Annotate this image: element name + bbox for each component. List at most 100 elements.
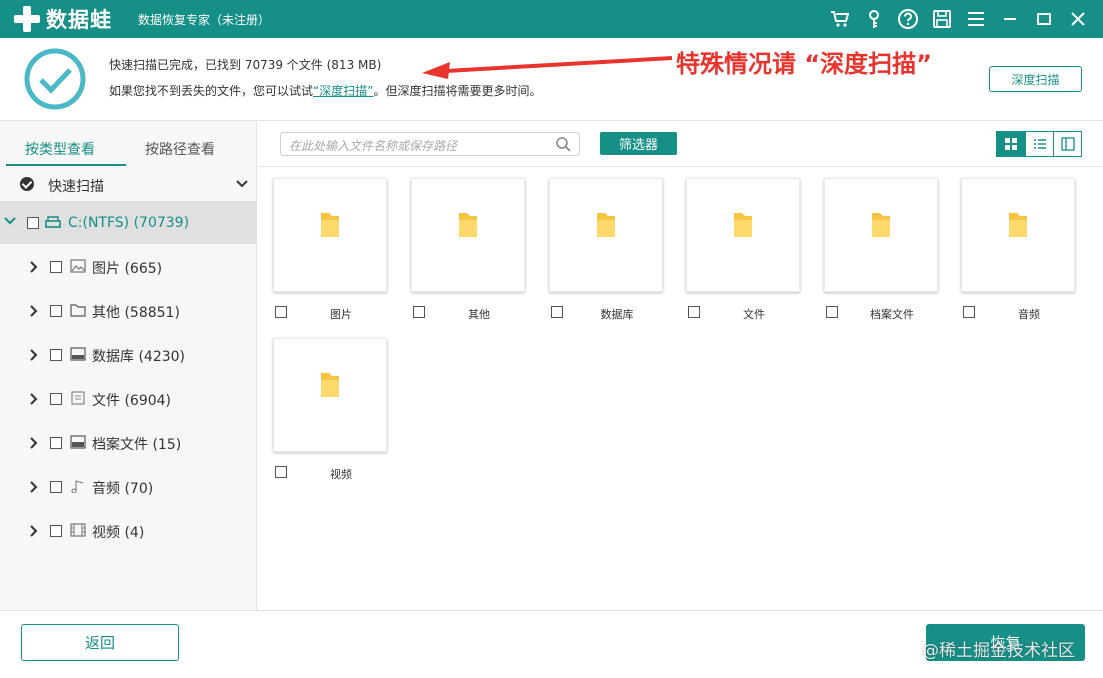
tile-caption: 图片 <box>275 302 395 322</box>
folder-icon <box>70 304 86 317</box>
active-tab-indicator <box>6 164 126 166</box>
tile-checkbox[interactable] <box>826 306 838 318</box>
tab-by-path[interactable]: 按路径查看 <box>120 121 240 166</box>
tile-caption: 其他 <box>413 302 533 322</box>
tree-item-label: 其他 (58851) <box>92 305 180 321</box>
tree-item-documents[interactable]: 文件 (6904) <box>0 388 257 410</box>
category-tile[interactable] <box>273 178 387 292</box>
folder-icon <box>321 373 339 397</box>
tile-checkbox[interactable] <box>275 306 287 318</box>
help-icon[interactable] <box>891 5 925 33</box>
title-bar: 数据蛙 数据恢复专家（未注册） <box>0 0 1103 38</box>
watermark: @稀土掘金技术社区 <box>922 641 1075 661</box>
database-icon <box>70 347 86 361</box>
folder-icon <box>459 213 477 237</box>
folder-icon <box>321 213 339 237</box>
category-tile[interactable] <box>273 338 387 452</box>
footer-bar: 返回 恢复 @稀土掘金技术社区 <box>0 610 1103 678</box>
category-tile[interactable] <box>549 178 663 292</box>
search-input[interactable]: 在此处输入文件名称或保存路径 <box>280 132 580 156</box>
tree-item-label: 档案文件 (15) <box>92 437 182 453</box>
tile-label: 文件 <box>743 308 765 321</box>
chevron-right-icon[interactable] <box>30 349 38 361</box>
tile-label: 图片 <box>330 308 352 321</box>
scan-hint-prefix: 如果您找不到丢失的文件，您可以试试 <box>109 84 314 98</box>
chevron-right-icon[interactable] <box>30 261 38 273</box>
tile-checkbox[interactable] <box>551 306 563 318</box>
tree-item-label: 视频 (4) <box>92 525 145 541</box>
scan-hint: 如果您找不到丢失的文件，您可以试试“深度扫描”。但深度扫描将需要更多时间。 <box>109 82 541 99</box>
category-tile[interactable] <box>411 178 525 292</box>
logo-plus-icon <box>14 6 40 32</box>
scan-summary: 快速扫描已完成，已找到 70739 个文件 (813 MB) <box>109 58 382 72</box>
tile-checkbox[interactable] <box>275 466 287 478</box>
save-icon[interactable] <box>925 5 959 33</box>
detail-view-icon[interactable] <box>1053 132 1081 156</box>
menu-icon[interactable] <box>959 5 993 33</box>
annotation-text: 特殊情况请 “深度扫描” <box>676 50 932 78</box>
tile-label: 数据库 <box>600 308 634 321</box>
folder-icon <box>1009 213 1027 237</box>
close-icon[interactable] <box>1061 5 1095 33</box>
drive-checkbox[interactable] <box>27 217 39 229</box>
category-tile[interactable] <box>686 178 800 292</box>
category-tile[interactable] <box>961 178 1075 292</box>
chevron-right-icon[interactable] <box>30 437 38 449</box>
tree-item-archives[interactable]: 档案文件 (15) <box>0 432 257 454</box>
chevron-right-icon[interactable] <box>30 305 38 317</box>
cart-icon[interactable] <box>823 5 857 33</box>
key-icon[interactable] <box>857 5 891 33</box>
tree-item-audio[interactable]: 音频 (70) <box>0 476 257 498</box>
minimize-icon[interactable] <box>993 5 1027 33</box>
check-circle-icon <box>20 177 34 191</box>
quick-scan-header[interactable]: 快速扫描 <box>0 174 257 196</box>
tile-caption: 视频 <box>275 462 395 482</box>
maximize-icon[interactable] <box>1027 5 1061 33</box>
drive-icon <box>45 216 61 228</box>
tree-item-label: 音频 (70) <box>92 481 154 497</box>
scan-status-panel: 快速扫描已完成，已找到 70739 个文件 (813 MB) 如果您找不到丢失的… <box>0 38 1103 121</box>
tile-checkbox[interactable] <box>413 306 425 318</box>
archive-icon <box>70 435 86 449</box>
list-view-icon[interactable] <box>1025 132 1053 156</box>
app-logo: 数据蛙 <box>14 5 112 33</box>
tree-item-video[interactable]: 视频 (4) <box>0 520 257 542</box>
tree-item-database[interactable]: 数据库 (4230) <box>0 344 257 366</box>
category-tile[interactable] <box>824 178 938 292</box>
tile-checkbox[interactable] <box>688 306 700 318</box>
drive-node[interactable]: C:(NTFS) (70739) <box>0 201 257 244</box>
chevron-down-icon[interactable] <box>4 216 16 226</box>
grid-view-icon[interactable] <box>997 132 1025 156</box>
tile-checkbox[interactable] <box>963 306 975 318</box>
tile-label: 档案文件 <box>870 308 914 321</box>
tree-item-images[interactable]: 图片 (665) <box>0 256 257 278</box>
tab-by-type[interactable]: 按类型查看 <box>0 121 120 166</box>
annotation-arrow <box>422 56 673 79</box>
folder-icon <box>734 213 752 237</box>
back-button[interactable]: 返回 <box>21 624 179 661</box>
tree-item-label: 图片 (665) <box>92 261 163 277</box>
search-icon[interactable] <box>555 136 571 152</box>
tree-item-label: 文件 (6904) <box>92 393 172 409</box>
window-title: 数据恢复专家（未注册） <box>138 13 271 27</box>
deep-scan-button[interactable]: 深度扫描 <box>989 66 1082 92</box>
tree-checkbox[interactable] <box>50 305 62 317</box>
quick-scan-label: 快速扫描 <box>48 179 104 195</box>
tree-item-other[interactable]: 其他 (58851) <box>0 300 257 322</box>
deep-scan-link[interactable]: “深度扫描” <box>313 84 373 98</box>
tree-checkbox[interactable] <box>50 393 62 405</box>
chevron-right-icon[interactable] <box>30 393 38 405</box>
scan-hint-suffix: 。但深度扫描将需要更多时间。 <box>373 84 542 98</box>
chevron-right-icon[interactable] <box>30 525 38 537</box>
tree-checkbox[interactable] <box>50 525 62 537</box>
tree-checkbox[interactable] <box>50 261 62 273</box>
chevron-right-icon[interactable] <box>30 481 38 493</box>
chevron-down-icon[interactable] <box>236 179 248 189</box>
filter-button[interactable]: 筛选器 <box>600 132 677 155</box>
tree-checkbox[interactable] <box>50 349 62 361</box>
tree-checkbox[interactable] <box>50 481 62 493</box>
tree-checkbox[interactable] <box>50 437 62 449</box>
drive-label: C:(NTFS) (70739) <box>68 215 190 231</box>
folder-icon <box>872 213 890 237</box>
content-toolbar: 在此处输入文件名称或保存路径 筛选器 <box>258 121 1103 167</box>
